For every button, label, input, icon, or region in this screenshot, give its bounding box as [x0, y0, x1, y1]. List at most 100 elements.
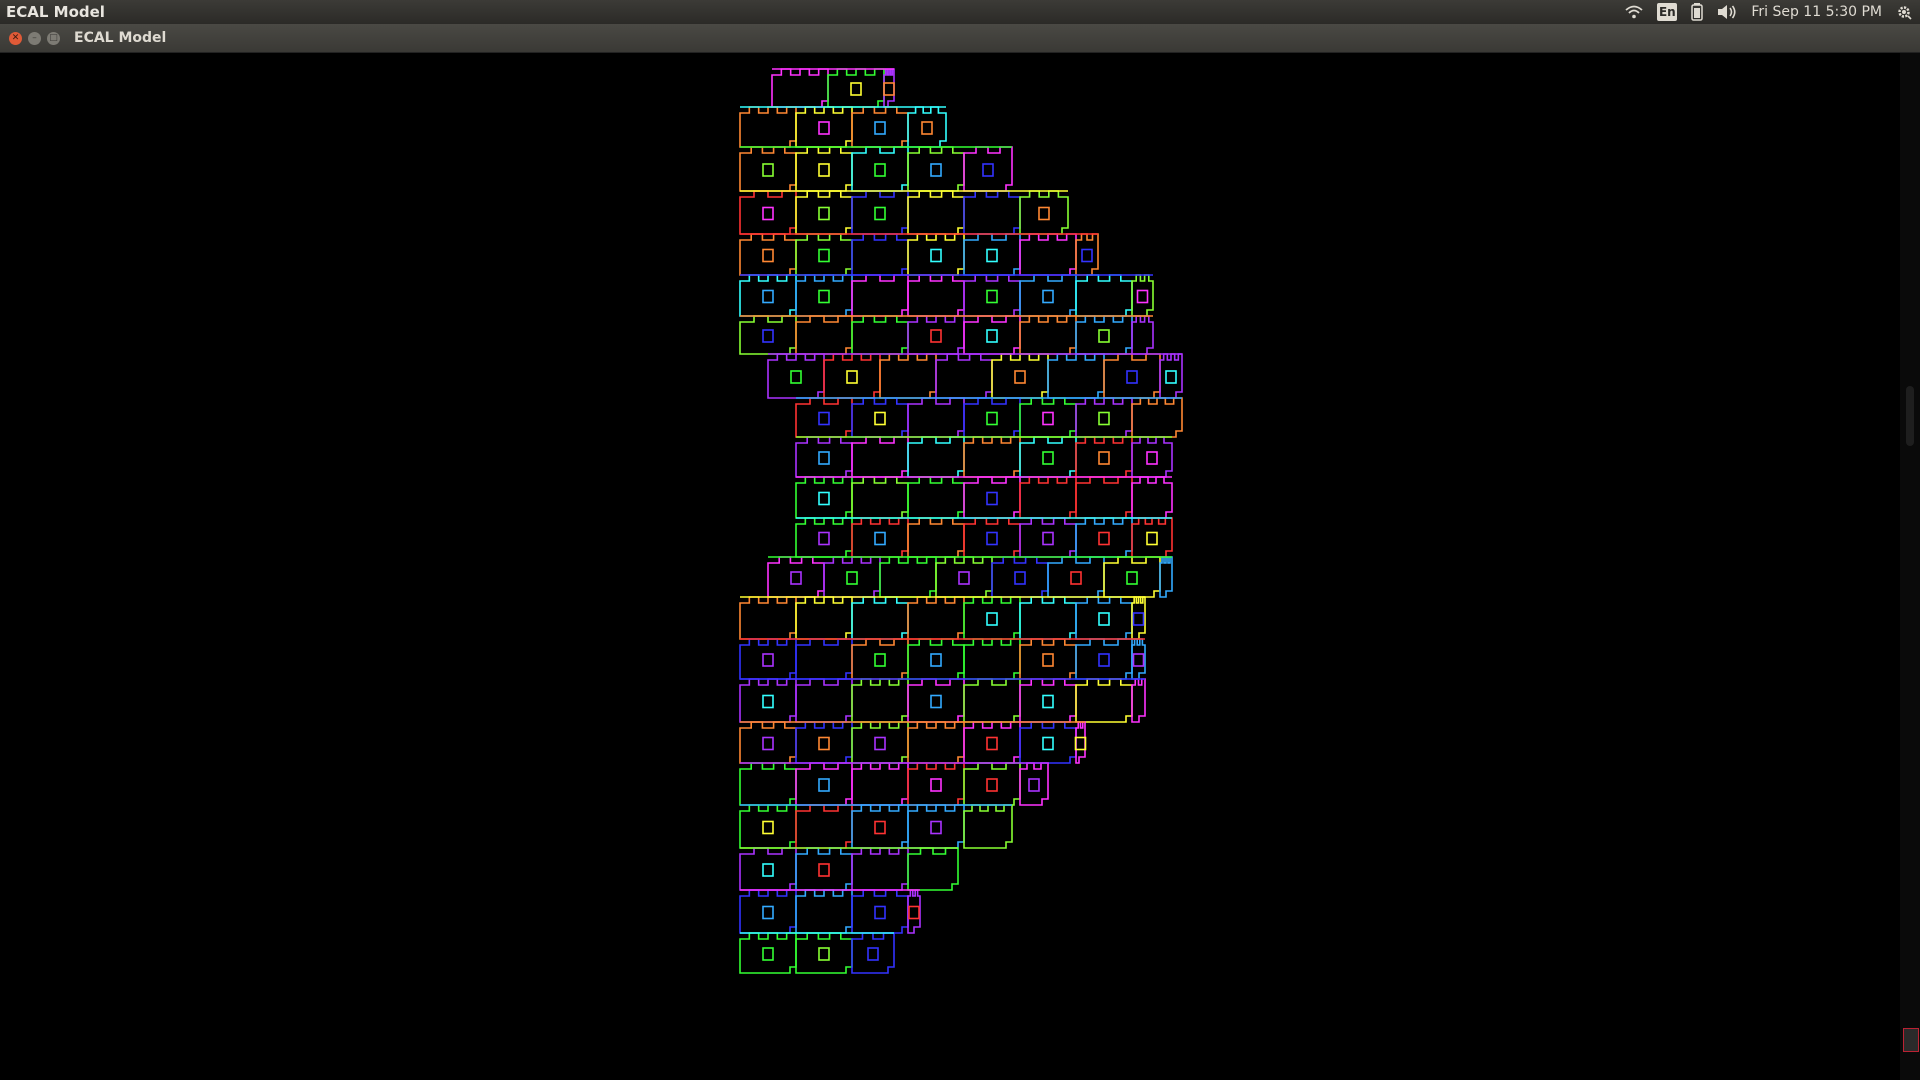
crystal-outline: [1075, 274, 1133, 317]
battery-icon[interactable]: [1691, 1, 1704, 23]
crystal-notch: [883, 82, 895, 96]
crystal-notch: [874, 411, 886, 426]
crystal-notch: [818, 778, 830, 792]
crystal-outline: [907, 315, 965, 355]
crystal-notch: [1165, 370, 1177, 384]
crystal-notch: [1042, 411, 1054, 426]
crystal-outline: [1075, 721, 1086, 764]
crystal-outline: [771, 68, 829, 108]
crystal-outline: [851, 190, 909, 235]
crystal-outline: [1019, 721, 1077, 764]
volume-icon[interactable]: [1717, 1, 1737, 23]
crystal-outline: [795, 146, 853, 192]
wifi-icon[interactable]: [1625, 1, 1643, 23]
crystal-notch: [762, 248, 774, 263]
crystal-outline: [907, 476, 965, 519]
panel-clock[interactable]: Fri Sep 11 5:30 PM: [1751, 1, 1882, 23]
crystal-outline: [907, 436, 965, 478]
crystal-notch: [846, 571, 858, 585]
crystal-notch: [1042, 451, 1054, 465]
crystal-notch: [874, 206, 886, 221]
crystal-outline: [795, 517, 853, 558]
vertical-scrollbar[interactable]: [1900, 53, 1920, 1080]
crystal-notch: [846, 370, 858, 384]
crystal-outline: [879, 556, 937, 598]
crystal-notch: [930, 820, 942, 835]
crystal-outline: [907, 762, 965, 806]
crystal-outline: [907, 804, 965, 849]
crystal-outline: [827, 68, 885, 108]
crystal-outline: [907, 847, 959, 891]
crystal-outline: [1075, 436, 1133, 478]
crystal-notch: [908, 905, 920, 920]
crystal-outline: [823, 353, 881, 399]
crystal-notch: [1074, 736, 1087, 751]
crystal-outline: [1103, 556, 1161, 598]
crystal-outline: [963, 638, 1021, 680]
crystal-notch: [1081, 248, 1093, 263]
crystal-outline: [795, 596, 853, 640]
crystal-outline: [1159, 353, 1183, 399]
crystal-notch: [874, 531, 886, 546]
crystal-notch: [818, 411, 830, 426]
crystal-outline: [907, 397, 965, 438]
crystal-outline: [1019, 397, 1077, 438]
crystal-outline: [795, 476, 853, 519]
crystal-notch: [818, 491, 830, 506]
crystal-outline: [851, 596, 909, 640]
crystal-notch: [874, 820, 886, 835]
crystal-notch: [958, 571, 970, 585]
crystal-outline: [963, 596, 1021, 640]
ecal-canvas[interactable]: [0, 53, 1900, 1080]
crystal-outline: [1131, 397, 1183, 438]
crystal-outline: [1131, 274, 1154, 317]
window-titlebar[interactable]: ✕ – □ ECAL Model: [0, 24, 1920, 53]
crystal-outline: [1047, 556, 1105, 598]
crystal-notch: [762, 820, 774, 835]
crystal-outline: [935, 556, 993, 598]
crystal-notch: [818, 248, 830, 263]
crystal-notch: [762, 947, 774, 961]
crystal-outline: [1019, 315, 1077, 355]
crystal-outline: [795, 233, 853, 276]
window-maximize-button[interactable]: □: [47, 31, 60, 45]
crystal-outline: [1075, 517, 1133, 558]
crystal-outline: [739, 315, 797, 355]
crystal-notch: [1098, 329, 1110, 343]
crystal-outline: [935, 353, 993, 399]
crystal-outline: [1075, 315, 1133, 355]
crystal-outline: [1019, 233, 1077, 276]
crystal-notch: [930, 248, 942, 263]
gear-icon[interactable]: [1896, 1, 1912, 23]
crystal-notch: [818, 451, 830, 465]
crystal-notch: [762, 653, 774, 667]
panel-app-title: ECAL Model: [6, 3, 105, 21]
crystal-outline: [739, 146, 797, 192]
crystal-outline: [963, 721, 1021, 764]
crystal-notch: [982, 163, 994, 177]
crystal-notch: [930, 329, 942, 343]
window-close-button[interactable]: ✕: [9, 31, 22, 45]
crystal-outline: [1075, 638, 1133, 680]
crystal-notch: [818, 121, 830, 135]
crystal-outline: [963, 678, 1021, 723]
top-panel: ECAL Model En Fri Sep 11 5:30 PM: [0, 0, 1920, 24]
crystal-notch: [986, 491, 998, 506]
crystal-notch: [1126, 571, 1138, 585]
crystal-outline: [795, 315, 853, 355]
crystal-outline: [883, 68, 895, 108]
keyboard-lang-icon[interactable]: En: [1657, 1, 1678, 23]
crystal-outline: [795, 889, 853, 934]
crystal-outline: [963, 436, 1021, 478]
crystal-outline: [907, 721, 965, 764]
scrollbar-thumb[interactable]: [1906, 386, 1914, 446]
crystal-outline: [907, 274, 965, 317]
window-minimize-button[interactable]: –: [28, 31, 41, 45]
crystal-outline: [1075, 397, 1133, 438]
crystal-outline: [1075, 476, 1133, 519]
crystal-notch: [1042, 694, 1054, 709]
crystal-notch: [790, 571, 802, 585]
crystal-outline: [963, 517, 1021, 558]
crystal-outline: [739, 233, 797, 276]
crystal-outline: [991, 353, 1049, 399]
